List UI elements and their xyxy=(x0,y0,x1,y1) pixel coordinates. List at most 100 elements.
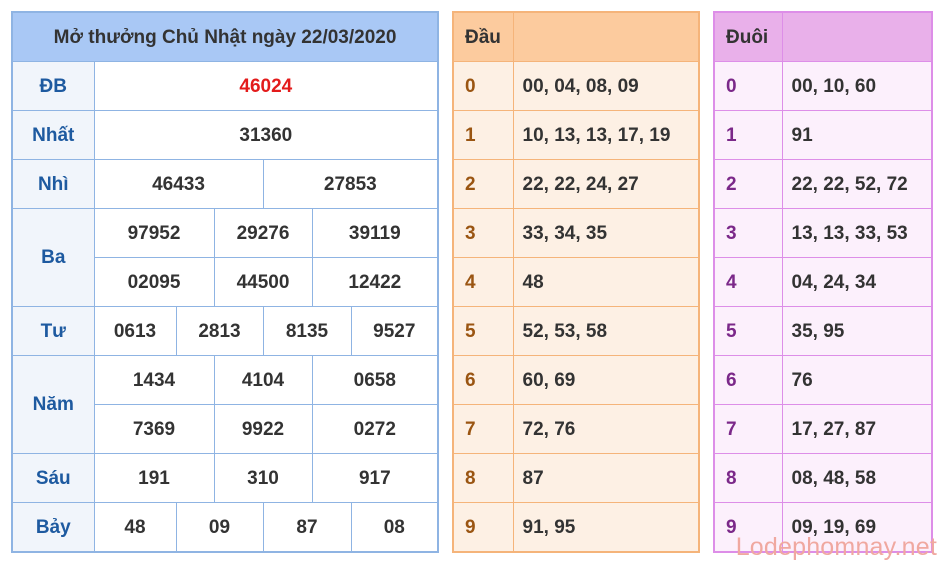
head-row: 6 60, 69 xyxy=(452,355,700,405)
digit-key: 1 xyxy=(452,110,514,160)
prize-row-sau: Sáu 191 310 917 xyxy=(11,453,439,503)
digit-values: 52, 53, 58 xyxy=(512,306,700,356)
prize-value: 191 xyxy=(93,453,215,503)
prize-row-db: ĐB 46024 xyxy=(11,61,439,111)
prize-label: Sáu xyxy=(11,453,95,503)
results-title: Mở thưởng Chủ Nhật ngày 22/03/2020 xyxy=(11,11,439,62)
digit-key: 2 xyxy=(713,159,783,209)
prize-value: 27853 xyxy=(262,159,439,209)
digit-values: 35, 95 xyxy=(781,306,933,356)
prize-value: 97952 xyxy=(93,208,215,258)
prize-label: ĐB xyxy=(11,61,95,111)
digit-key: 7 xyxy=(713,404,783,454)
digit-values: 04, 24, 34 xyxy=(781,257,933,307)
tail-row: 1 91 xyxy=(713,110,933,160)
prize-value: 8135 xyxy=(262,306,352,356)
tail-title: Đuôi xyxy=(713,11,783,62)
tail-row: 4 04, 24, 34 xyxy=(713,257,933,307)
prize-row-bay: Bảy 48 09 87 08 xyxy=(11,502,439,553)
digit-key: 7 xyxy=(452,404,514,454)
digit-key: 8 xyxy=(713,453,783,503)
tail-row: 0 00, 10, 60 xyxy=(713,61,933,111)
prize-value: 87 xyxy=(262,502,352,553)
prize-value: 1434 xyxy=(93,355,215,405)
digit-values: 00, 10, 60 xyxy=(781,61,933,111)
prize-value: 08 xyxy=(350,502,439,553)
prize-value: 48 xyxy=(93,502,177,553)
digit-values: 08, 48, 58 xyxy=(781,453,933,503)
digit-values: 91 xyxy=(781,110,933,160)
head-row: 1 10, 13, 13, 17, 19 xyxy=(452,110,700,160)
digit-values: 22, 22, 24, 27 xyxy=(512,159,700,209)
digit-values: 33, 34, 35 xyxy=(512,208,700,258)
digit-values: 10, 13, 13, 17, 19 xyxy=(512,110,700,160)
digit-key: 5 xyxy=(452,306,514,356)
prize-value: 44500 xyxy=(213,257,313,307)
head-row: 9 91, 95 xyxy=(452,502,700,553)
special-prize-value: 46024 xyxy=(93,61,439,111)
digit-key: 6 xyxy=(713,355,783,405)
digit-key: 4 xyxy=(713,257,783,307)
head-row: 8 87 xyxy=(452,453,700,503)
digit-key: 3 xyxy=(713,208,783,258)
digit-key: 8 xyxy=(452,453,514,503)
digit-key: 3 xyxy=(452,208,514,258)
prize-row-nam: Năm 1434 4104 0658 xyxy=(11,355,439,454)
prize-row-nhat: Nhất 31360 xyxy=(11,110,439,160)
tail-row: 5 35, 95 xyxy=(713,306,933,356)
prize-value: 0613 xyxy=(93,306,177,356)
prize-value: 7369 xyxy=(93,404,215,454)
head-row: 4 48 xyxy=(452,257,700,307)
prize-label: Nhất xyxy=(11,110,95,160)
prize-label: Năm xyxy=(11,355,95,454)
prize-label: Nhì xyxy=(11,159,95,209)
prize-label: Tư xyxy=(11,306,95,356)
head-digit-table: Đầu 0 00, 04, 08, 09 1 10, 13, 13, 17, 19 2 2… xyxy=(452,11,700,553)
head-row: 2 22, 22, 24, 27 xyxy=(452,159,700,209)
prize-row-ba: Ba 97952 29276 39119 xyxy=(11,208,439,307)
digit-key: 2 xyxy=(452,159,514,209)
digit-values: 13, 13, 33, 53 xyxy=(781,208,933,258)
prize-value: 310 xyxy=(213,453,313,503)
prize-value: 0272 xyxy=(311,404,439,454)
head-title: Đầu xyxy=(452,11,514,62)
digit-key: 0 xyxy=(452,61,514,111)
head-row: 0 00, 04, 08, 09 xyxy=(452,61,700,111)
prize-value: 0658 xyxy=(311,355,439,405)
prize-label: Bảy xyxy=(11,502,95,553)
head-row: 5 52, 53, 58 xyxy=(452,306,700,356)
digit-key: 5 xyxy=(713,306,783,356)
prize-value: 2813 xyxy=(175,306,264,356)
prize-value: 917 xyxy=(311,453,439,503)
head-row: 7 72, 76 xyxy=(452,404,700,454)
prize-value: 12422 xyxy=(311,257,439,307)
prize-label: Ba xyxy=(11,208,95,307)
digit-key: 4 xyxy=(452,257,514,307)
prize-row-tu: Tư 0613 2813 8135 9527 xyxy=(11,306,439,356)
digit-values: 17, 27, 87 xyxy=(781,404,933,454)
digit-values: 48 xyxy=(512,257,700,307)
digit-key: 0 xyxy=(713,61,783,111)
prize-value: 9922 xyxy=(213,404,313,454)
digit-values: 91, 95 xyxy=(512,502,700,553)
head-title-blank xyxy=(512,11,700,62)
digit-key: 1 xyxy=(713,110,783,160)
tail-row: 6 76 xyxy=(713,355,933,405)
prize-value: 4104 xyxy=(213,355,313,405)
tail-row: 7 17, 27, 87 xyxy=(713,404,933,454)
head-row: 3 33, 34, 35 xyxy=(452,208,700,258)
prize-value: 31360 xyxy=(93,110,439,160)
prize-value: 9527 xyxy=(350,306,439,356)
prize-value: 09 xyxy=(175,502,264,553)
tail-row: 2 22, 22, 52, 72 xyxy=(713,159,933,209)
prize-value: 46433 xyxy=(93,159,264,209)
prize-value: 29276 xyxy=(213,208,313,258)
tail-digit-table: Đuôi 0 00, 10, 60 1 91 2 22, 22, 52, 72 3 13, 1… xyxy=(713,11,933,553)
tail-title-blank xyxy=(781,11,933,62)
digit-key: 9 xyxy=(452,502,514,553)
watermark-text: Lodephomnay.net xyxy=(735,533,937,561)
digit-values: 72, 76 xyxy=(512,404,700,454)
digit-values: 22, 22, 52, 72 xyxy=(781,159,933,209)
digit-values: 76 xyxy=(781,355,933,405)
tail-row: 3 13, 13, 33, 53 xyxy=(713,208,933,258)
